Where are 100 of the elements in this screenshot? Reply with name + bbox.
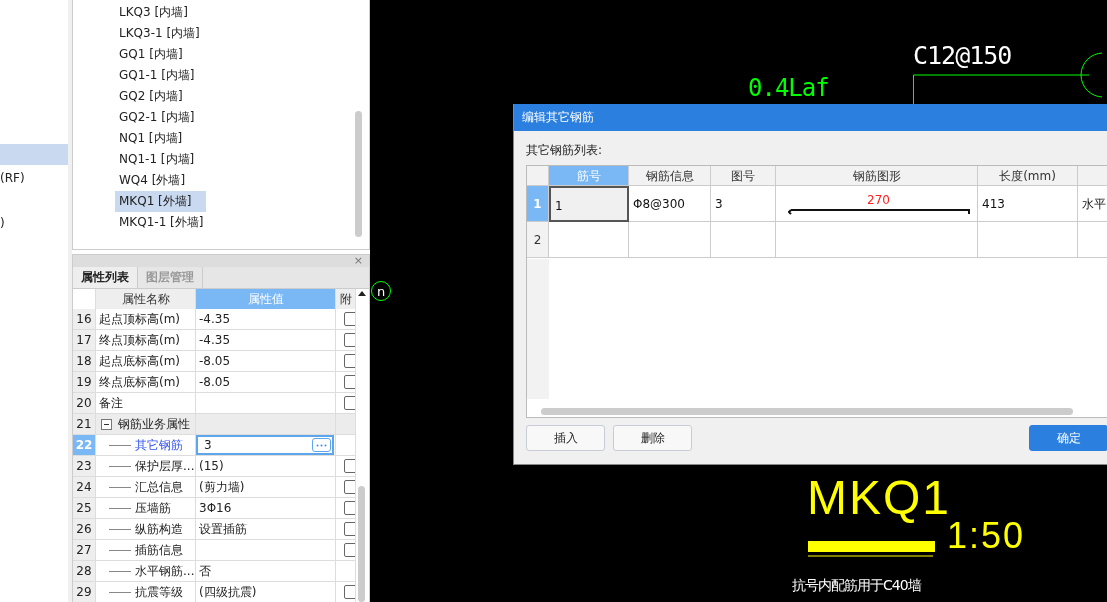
component-item[interactable]: LKQ3-1 [内墙] bbox=[115, 23, 204, 44]
value-cell[interactable] bbox=[196, 414, 336, 435]
property-name: 抗震等级 bbox=[135, 583, 183, 601]
column-header[interactable]: 长度(mm) bbox=[978, 166, 1078, 186]
property-name: 压墙筋 bbox=[135, 499, 171, 517]
column-header[interactable]: 附 bbox=[336, 289, 356, 309]
scrollbar-thumb[interactable] bbox=[358, 486, 365, 602]
value-cell[interactable]: (剪力墙) bbox=[196, 477, 336, 498]
list-label: 其它钢筋列表: bbox=[525, 142, 604, 159]
tree-item[interactable]: (RF) bbox=[0, 168, 68, 189]
row-number: 28 bbox=[73, 561, 96, 582]
up-arrow-icon[interactable] bbox=[358, 291, 366, 296]
row-number: 23 bbox=[73, 456, 96, 477]
property-name: 其它钢筋 bbox=[135, 436, 183, 454]
component-item[interactable]: MKQ1 [外墙] bbox=[115, 191, 207, 212]
row-number[interactable]: 2 bbox=[527, 222, 549, 258]
property-name: 插筋信息 bbox=[135, 541, 183, 559]
property-name: 起点底标高(m) bbox=[99, 352, 181, 370]
table-cell[interactable]: 413 bbox=[978, 186, 1078, 222]
drawing-label: C12@150 bbox=[913, 43, 1012, 68]
checkbox[interactable] bbox=[344, 459, 355, 473]
value-cell[interactable]: 否 bbox=[196, 561, 336, 582]
horizontal-scrollbar[interactable] bbox=[541, 408, 1073, 415]
checkbox[interactable] bbox=[344, 396, 355, 410]
property-name: 备注 bbox=[99, 394, 123, 412]
checkbox[interactable] bbox=[344, 585, 355, 599]
row-number: 26 bbox=[73, 519, 96, 540]
dialog-button[interactable]: 删除 bbox=[613, 425, 692, 451]
checkbox[interactable] bbox=[344, 375, 355, 389]
checkbox[interactable] bbox=[344, 501, 355, 515]
checkbox[interactable] bbox=[344, 333, 355, 347]
value-field[interactable]: 3 bbox=[196, 435, 334, 455]
property-name: 纵筋构造 bbox=[135, 520, 183, 538]
table-cell[interactable] bbox=[549, 222, 629, 258]
table-cell[interactable]: 1 bbox=[549, 186, 629, 222]
component-item[interactable]: GQ1 [内墙] bbox=[115, 44, 187, 65]
property-name: 水平钢筋... bbox=[135, 562, 195, 580]
dialog-title: 编辑其它钢筋 bbox=[514, 104, 1107, 131]
header-cell bbox=[527, 166, 549, 186]
vertical-scrollbar[interactable] bbox=[356, 289, 368, 602]
scrollbar-thumb[interactable] bbox=[355, 111, 362, 237]
value-cell[interactable]: -8.05 bbox=[196, 351, 336, 372]
value-cell[interactable]: -8.05 bbox=[196, 372, 336, 393]
value-cell[interactable]: -4.35 bbox=[196, 309, 336, 330]
table-cell[interactable]: 3 bbox=[711, 186, 776, 222]
row-number: 20 bbox=[73, 393, 96, 414]
component-item[interactable]: GQ2 [内墙] bbox=[115, 86, 187, 107]
table-cell[interactable] bbox=[978, 222, 1078, 258]
value-cell[interactable]: (四级抗震) bbox=[196, 582, 336, 602]
component-item[interactable]: NQ1 [内墙] bbox=[115, 128, 187, 149]
row-number: 25 bbox=[73, 498, 96, 519]
checkbox[interactable] bbox=[344, 522, 355, 536]
checkbox[interactable] bbox=[344, 354, 355, 368]
property-name: 汇总信息 bbox=[135, 478, 183, 496]
property-name: 终点顶标高(m) bbox=[99, 331, 181, 349]
column-header[interactable]: 图号 bbox=[711, 166, 776, 186]
checkbox[interactable] bbox=[344, 480, 355, 494]
table-cell[interactable] bbox=[776, 222, 978, 258]
column-header[interactable]: 钢筋信息 bbox=[629, 166, 711, 186]
column-header[interactable]: 属性名称 bbox=[96, 289, 196, 309]
rebar-shape-drawing: 270 bbox=[787, 192, 970, 215]
collapse-icon[interactable] bbox=[101, 418, 112, 430]
ellipsis-button[interactable] bbox=[312, 438, 331, 452]
value-cell[interactable] bbox=[196, 540, 336, 561]
property-name: 保护层厚... bbox=[135, 457, 195, 475]
row-number: 18 bbox=[73, 351, 96, 372]
dialog-button[interactable]: 插入 bbox=[526, 425, 605, 451]
component-item[interactable]: MKQ1-1 [外墙] bbox=[115, 212, 208, 233]
confirm-button[interactable]: 确定 bbox=[1029, 425, 1107, 451]
value-cell[interactable]: (15) bbox=[196, 456, 336, 477]
row-number: 24 bbox=[73, 477, 96, 498]
component-item[interactable]: NQ1-1 [内墙] bbox=[115, 149, 199, 170]
column-header[interactable]: 钢筋图形 bbox=[776, 166, 978, 186]
component-item[interactable]: GQ1-1 [内墙] bbox=[115, 65, 199, 86]
property-name: 钢筋业务属性 bbox=[118, 415, 190, 433]
tree-item[interactable]: ) bbox=[0, 213, 68, 234]
row-number: 21 bbox=[73, 414, 96, 435]
value-cell[interactable]: 3Φ16 bbox=[196, 498, 336, 519]
checkbox[interactable] bbox=[344, 312, 355, 326]
value-cell[interactable]: 设置插筋 bbox=[196, 519, 336, 540]
table-cell[interactable]: 水平 bbox=[1078, 186, 1107, 222]
value-cell[interactable]: -4.35 bbox=[196, 330, 336, 351]
row-number: 27 bbox=[73, 540, 96, 561]
ellipsis-icon bbox=[316, 443, 327, 447]
row-number: 29 bbox=[73, 582, 96, 602]
row-number: 22 bbox=[73, 435, 96, 456]
checkbox[interactable] bbox=[344, 543, 355, 557]
row-number: 16 bbox=[73, 309, 96, 330]
component-item[interactable]: GQ2-1 [内墙] bbox=[115, 107, 199, 128]
row-number: 17 bbox=[73, 330, 96, 351]
drawing-note: 抗号内配筋用于C40墙 bbox=[792, 578, 921, 592]
table-cell[interactable]: Φ8@300 bbox=[629, 186, 711, 222]
property-name: 终点底标高(m) bbox=[99, 373, 181, 391]
component-item[interactable]: WQ4 [外墙] bbox=[115, 170, 190, 191]
panel-tab[interactable]: 属性列表 bbox=[73, 267, 138, 288]
table-cell[interactable] bbox=[629, 222, 711, 258]
component-item[interactable]: LKQ3 [内墙] bbox=[115, 2, 192, 23]
drawing-label: 0.4Laf bbox=[748, 76, 829, 100]
row-number: 19 bbox=[73, 372, 96, 393]
table-cell[interactable] bbox=[711, 222, 776, 258]
